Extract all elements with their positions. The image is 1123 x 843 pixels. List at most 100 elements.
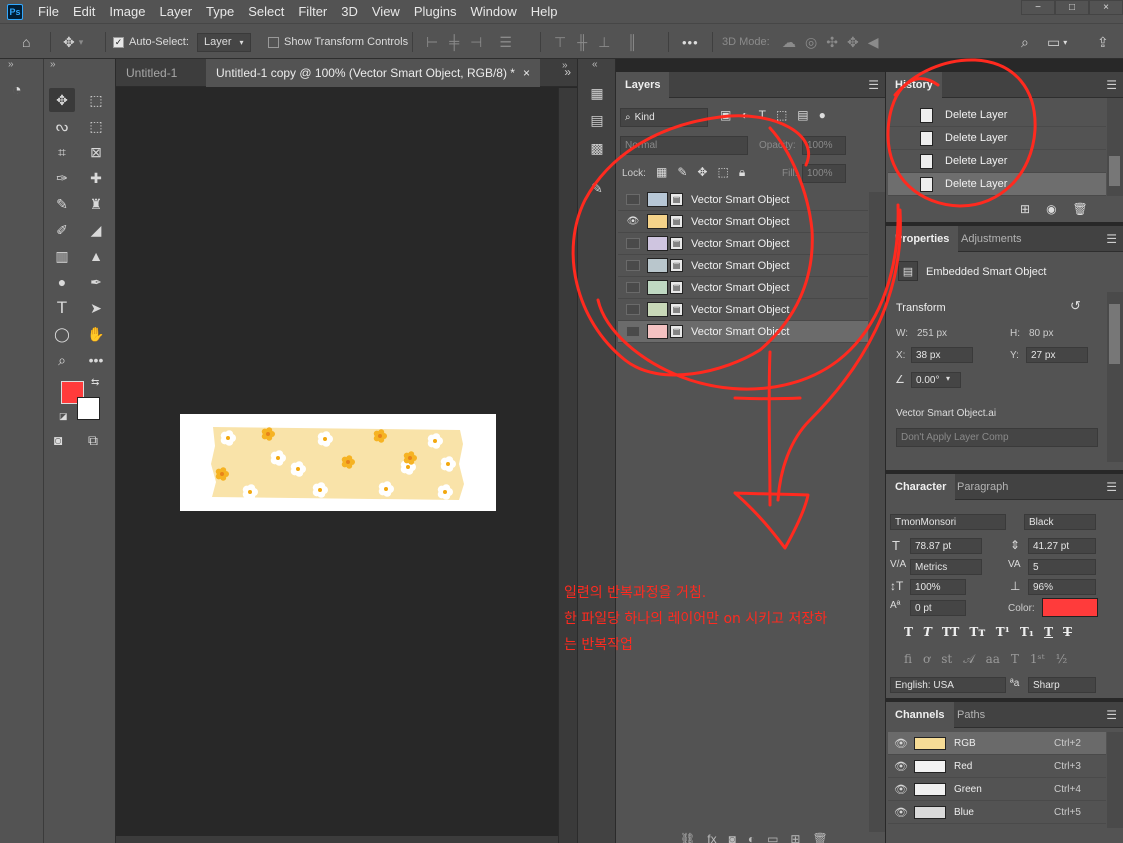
- tab-paragraph[interactable]: Paragraph: [948, 474, 1017, 500]
- brush-tool-icon[interactable]: ✎: [49, 192, 75, 216]
- panel-menu-icon[interactable]: ☰: [1106, 480, 1117, 494]
- expand-panels-icon[interactable]: »: [562, 60, 568, 71]
- lasso-tool-icon[interactable]: ᔓ: [49, 114, 75, 138]
- layer-filter-dropdown[interactable]: ⌕ Kind: [620, 108, 708, 127]
- document-canvas[interactable]: [180, 414, 496, 511]
- ordinals-icon[interactable]: 1ˢᵗ: [1030, 652, 1045, 667]
- slide-3d-icon[interactable]: ✥: [847, 34, 859, 51]
- panel-menu-icon[interactable]: ☰: [1106, 232, 1117, 246]
- all-caps-icon[interactable]: TT: [942, 625, 959, 639]
- swash-icon[interactable]: 𝒜: [963, 652, 974, 667]
- old-style-icon[interactable]: ơ: [923, 652, 930, 667]
- subscript-icon[interactable]: T₁: [1020, 625, 1034, 639]
- tab-character[interactable]: Character: [886, 474, 956, 500]
- tab-layers[interactable]: Layers: [616, 72, 670, 98]
- type-tool-icon[interactable]: T: [49, 296, 75, 320]
- visibility-toggle[interactable]: [626, 194, 640, 205]
- faux-bold-icon[interactable]: T: [904, 625, 913, 639]
- move-tool-preset-icon[interactable]: ✥ ▾: [63, 24, 83, 60]
- lock-artboard-icon[interactable]: ⬚: [717, 165, 728, 180]
- tab-properties[interactable]: Properties: [886, 226, 959, 252]
- blur-tool-icon[interactable]: ▲: [83, 244, 109, 268]
- align-bottom-icon[interactable]: ⊥: [598, 34, 610, 51]
- menu-select[interactable]: Select: [241, 0, 291, 23]
- filter-toggle-icon[interactable]: ●: [819, 108, 826, 122]
- delete-state-icon[interactable]: 🗑︎: [1073, 202, 1088, 216]
- patterns-icon[interactable]: ▩: [587, 140, 607, 158]
- menu-filter[interactable]: Filter: [291, 0, 334, 23]
- auto-select-dropdown[interactable]: Layer ▾: [197, 24, 251, 60]
- new-group-icon[interactable]: ▭: [767, 832, 778, 843]
- lock-transparent-icon[interactable]: ▦: [656, 165, 667, 180]
- eyedropper-tool-icon[interactable]: ✑: [49, 166, 75, 190]
- layers-scrollbar[interactable]: [869, 192, 885, 832]
- width-value[interactable]: 251 px: [917, 328, 947, 339]
- history-state[interactable]: Delete Layer: [888, 127, 1106, 150]
- tab-paths[interactable]: Paths: [948, 702, 994, 728]
- layer-row[interactable]: 👁︎ ▤ Vector Smart Object: [618, 211, 868, 233]
- distribute-vertical-icon[interactable]: ║: [627, 34, 637, 50]
- language-dropdown[interactable]: English: USA: [890, 677, 1006, 693]
- more-options-button[interactable]: •••: [682, 24, 699, 60]
- horizontal-scale-field[interactable]: 96%: [1028, 579, 1096, 595]
- faux-italic-icon[interactable]: T: [923, 625, 932, 639]
- properties-scrollbar[interactable]: [1107, 292, 1123, 462]
- blend-mode-dropdown[interactable]: Normal: [620, 136, 748, 155]
- layer-row[interactable]: ▤ Vector Smart Object: [618, 255, 868, 277]
- layer-row[interactable]: ▤ Vector Smart Object: [618, 321, 868, 343]
- channel-row[interactable]: 👁︎ Blue Ctrl+5: [888, 801, 1106, 824]
- history-state[interactable]: Delete Layer: [888, 104, 1106, 127]
- eye-icon[interactable]: 👁︎: [894, 760, 908, 773]
- x-field[interactable]: 38 px: [911, 347, 973, 363]
- history-brush-tool-icon[interactable]: ✐: [49, 218, 75, 242]
- new-document-from-state-icon[interactable]: ⊞: [1020, 202, 1030, 216]
- baseline-shift-field[interactable]: 0 pt: [910, 600, 966, 616]
- panel-menu-icon[interactable]: ☰: [868, 78, 879, 92]
- visibility-toggle[interactable]: [626, 326, 640, 337]
- quick-mask-icon[interactable]: ◙: [54, 432, 62, 448]
- auto-select-toggle[interactable]: ✓ Auto-Select:: [113, 24, 189, 60]
- filter-pixel-icon[interactable]: ▣: [720, 108, 731, 122]
- font-style-dropdown[interactable]: Black: [1024, 514, 1096, 530]
- eye-icon[interactable]: 👁︎: [894, 783, 908, 796]
- channel-row[interactable]: 👁︎ Red Ctrl+3: [888, 755, 1106, 778]
- eye-icon[interactable]: 👁︎: [894, 737, 908, 750]
- visibility-toggle[interactable]: [626, 260, 640, 271]
- brush-settings-icon[interactable]: ✎: [587, 180, 607, 198]
- auto-select-checkbox[interactable]: ✓: [113, 36, 124, 48]
- stylistic-alternates-icon[interactable]: aa: [986, 652, 1000, 667]
- healing-brush-tool-icon[interactable]: ✚: [83, 166, 109, 190]
- menu-type[interactable]: Type: [199, 0, 241, 23]
- default-colors-icon[interactable]: ◪: [59, 411, 68, 422]
- orbit-3d-icon[interactable]: ☁: [782, 34, 796, 51]
- panel-menu-icon[interactable]: ☰: [1106, 78, 1117, 92]
- ligatures-icon[interactable]: fi: [904, 652, 912, 667]
- menu-image[interactable]: Image: [102, 0, 152, 23]
- filter-adjustment-icon[interactable]: ◐: [741, 108, 748, 122]
- visibility-toggle[interactable]: [626, 282, 640, 293]
- screen-mode-icon[interactable]: ⧉: [88, 432, 98, 449]
- menu-layer[interactable]: Layer: [153, 0, 200, 23]
- clone-stamp-tool-icon[interactable]: ♜: [83, 192, 109, 216]
- discretionary-ligatures-icon[interactable]: st: [941, 652, 952, 667]
- add-mask-icon[interactable]: ◙: [729, 832, 736, 843]
- lock-position-icon[interactable]: ✥: [697, 165, 707, 180]
- superscript-icon[interactable]: T¹: [996, 625, 1010, 639]
- tab-adjustments[interactable]: Adjustments: [952, 226, 1031, 252]
- drag-3d-icon[interactable]: ✣: [826, 34, 838, 51]
- fill-field[interactable]: 100%: [802, 164, 846, 183]
- adjustment-layer-icon[interactable]: ◐: [748, 832, 755, 843]
- link-layers-icon[interactable]: ⛓︎: [680, 832, 695, 843]
- show-transform-toggle[interactable]: Show Transform Controls: [268, 24, 408, 60]
- tool-presets-icon[interactable]: ◔: [12, 82, 22, 100]
- align-middle-icon[interactable]: ╫: [577, 34, 587, 50]
- zoom-tool-icon[interactable]: ⌕: [49, 348, 75, 372]
- frame-tool-icon[interactable]: ⊠: [83, 140, 109, 164]
- object-select-tool-icon[interactable]: ⬚: [83, 114, 109, 138]
- scrollbar-thumb[interactable]: [1109, 304, 1120, 364]
- layer-row[interactable]: ▤ Vector Smart Object: [618, 299, 868, 321]
- eraser-tool-icon[interactable]: ◢: [83, 218, 109, 242]
- filter-type-icon[interactable]: T: [759, 108, 766, 122]
- lock-all-icon[interactable]: 🔒︎: [739, 165, 745, 180]
- visibility-toggle[interactable]: [626, 238, 640, 249]
